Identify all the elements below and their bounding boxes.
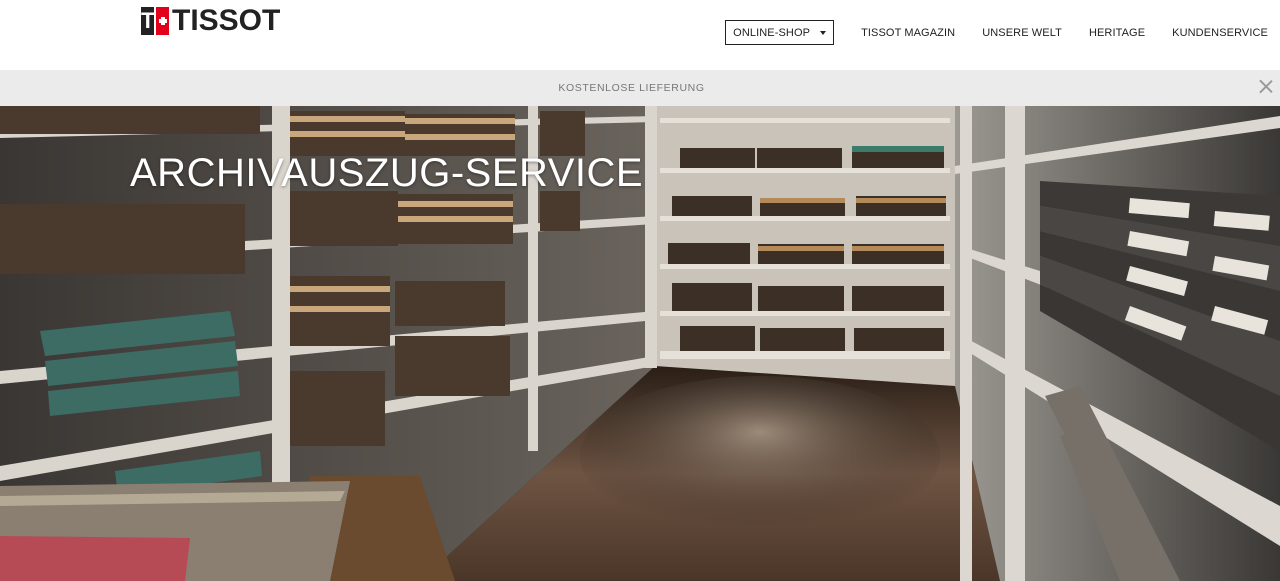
nav-kundenservice[interactable]: KUNDENSERVICE <box>1172 27 1268 39</box>
site-header: T TISSOT ONLINE-SHOP TISSOT MAGAZIN UNSE… <box>0 0 1280 70</box>
nav-online-shop[interactable]: ONLINE-SHOP <box>725 20 835 45</box>
nav-online-shop-label: ONLINE-SHOP <box>733 26 811 39</box>
nav-heritage[interactable]: HERITAGE <box>1089 27 1145 39</box>
nav-unsere-welt[interactable]: UNSERE WELT <box>982 27 1062 39</box>
nav-tissot-magazin[interactable]: TISSOT MAGAZIN <box>861 27 955 39</box>
main-nav: ONLINE-SHOP TISSOT MAGAZIN UNSERE WELT H… <box>725 20 1268 45</box>
logo-text: TISSOT <box>172 4 281 37</box>
tissot-cross-icon: T <box>141 7 169 35</box>
promo-banner: KOSTENLOSE LIEFERUNG <box>0 70 1280 106</box>
close-icon[interactable] <box>1258 78 1274 94</box>
tissot-logo[interactable]: T TISSOT <box>141 6 280 36</box>
hero-section: ARCHIVAUSZUG-SERVICE <box>0 106 1280 581</box>
hero-title: ARCHIVAUSZUG-SERVICE <box>130 151 644 195</box>
caret-down-icon <box>820 30 827 35</box>
promo-banner-text: KOSTENLOSE LIEFERUNG <box>558 82 705 94</box>
